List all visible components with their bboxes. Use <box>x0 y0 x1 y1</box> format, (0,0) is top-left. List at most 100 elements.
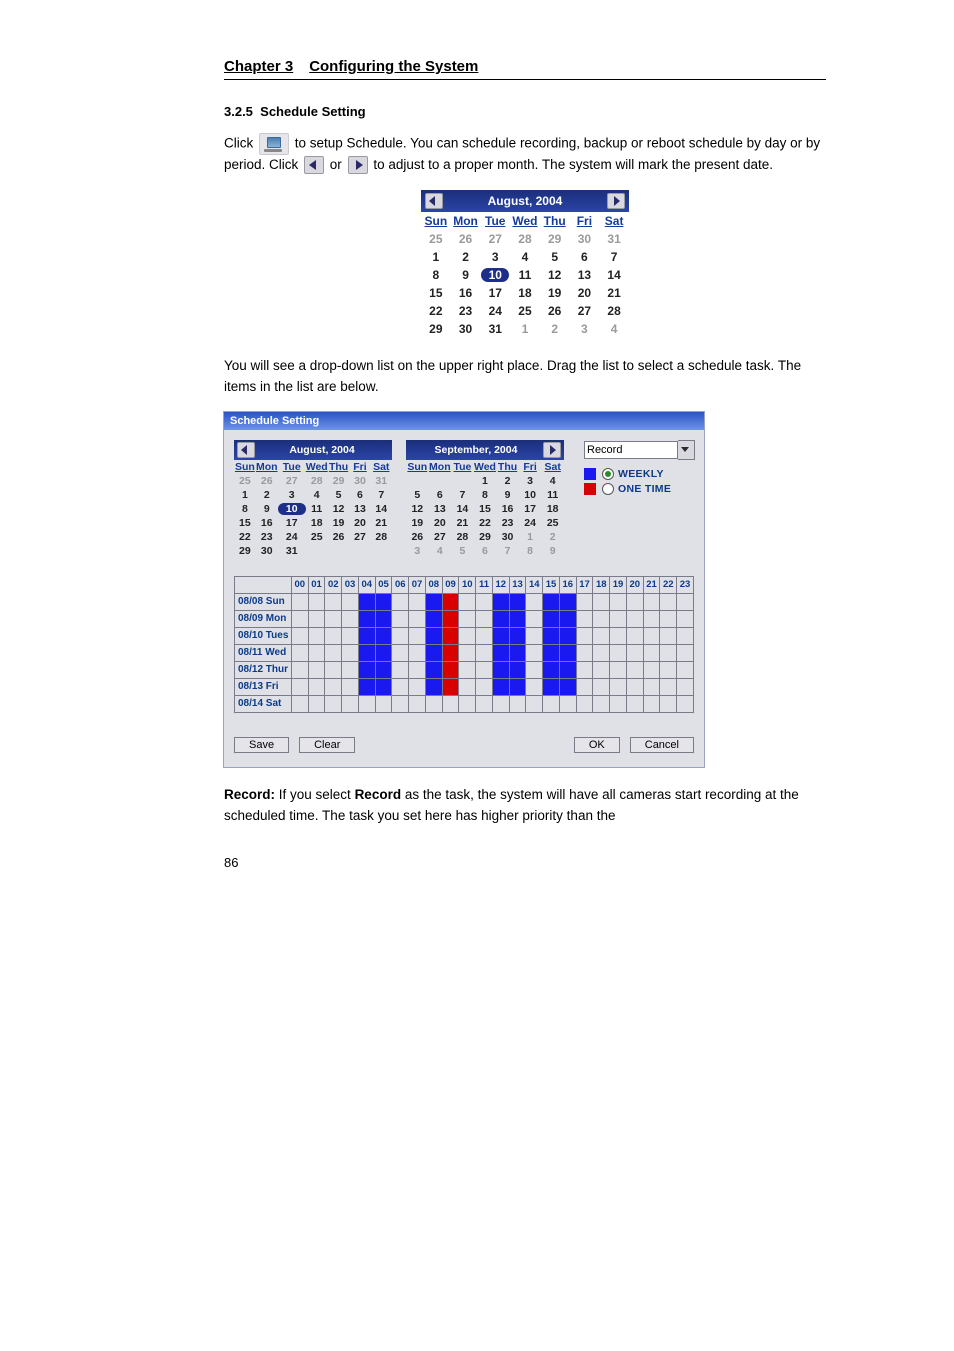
schedule-cell[interactable] <box>543 644 560 661</box>
schedule-cell[interactable] <box>291 678 308 695</box>
schedule-cell[interactable] <box>342 627 359 644</box>
schedule-cell[interactable] <box>610 627 627 644</box>
clear-button[interactable]: Clear <box>299 737 355 753</box>
schedule-cell[interactable] <box>325 661 342 678</box>
schedule-cell[interactable] <box>459 678 476 695</box>
schedule-cell[interactable] <box>425 695 442 712</box>
schedule-cell[interactable] <box>342 695 359 712</box>
schedule-cell[interactable] <box>543 610 560 627</box>
schedule-cell[interactable] <box>660 644 677 661</box>
schedule-cell[interactable] <box>492 627 509 644</box>
schedule-cell[interactable] <box>492 695 509 712</box>
schedule-cell[interactable] <box>610 695 627 712</box>
schedule-cell[interactable] <box>308 627 325 644</box>
onetime-option[interactable]: ONE TIME <box>584 483 695 495</box>
schedule-cell[interactable] <box>660 593 677 610</box>
schedule-cell[interactable] <box>559 695 576 712</box>
schedule-cell[interactable] <box>677 661 694 678</box>
dialog-cal-left-prev[interactable] <box>237 442 255 458</box>
schedule-cell[interactable] <box>476 695 493 712</box>
schedule-cell[interactable] <box>476 593 493 610</box>
schedule-cell[interactable] <box>610 593 627 610</box>
schedule-cell[interactable] <box>459 695 476 712</box>
dropdown-chevron-icon[interactable] <box>678 440 695 460</box>
schedule-cell[interactable] <box>593 661 610 678</box>
schedule-cell[interactable] <box>526 695 543 712</box>
ok-button[interactable]: OK <box>574 737 620 753</box>
schedule-cell[interactable] <box>559 661 576 678</box>
schedule-cell[interactable] <box>325 610 342 627</box>
schedule-cell[interactable] <box>509 627 526 644</box>
schedule-cell[interactable] <box>643 644 660 661</box>
schedule-cell[interactable] <box>358 695 375 712</box>
schedule-cell[interactable] <box>392 644 409 661</box>
schedule-cell[interactable] <box>610 678 627 695</box>
schedule-cell[interactable] <box>442 661 459 678</box>
cal-next-button[interactable] <box>607 193 625 209</box>
schedule-cell[interactable] <box>425 644 442 661</box>
schedule-cell[interactable] <box>358 627 375 644</box>
schedule-cell[interactable] <box>660 678 677 695</box>
schedule-cell[interactable] <box>425 627 442 644</box>
schedule-cell[interactable] <box>442 627 459 644</box>
schedule-cell[interactable] <box>291 610 308 627</box>
schedule-cell[interactable] <box>342 661 359 678</box>
schedule-cell[interactable] <box>425 593 442 610</box>
schedule-cell[interactable] <box>543 695 560 712</box>
schedule-cell[interactable] <box>308 678 325 695</box>
schedule-cell[interactable] <box>325 593 342 610</box>
schedule-cell[interactable] <box>559 678 576 695</box>
schedule-cell[interactable] <box>308 695 325 712</box>
weekly-radio[interactable] <box>602 468 614 480</box>
schedule-cell[interactable] <box>509 695 526 712</box>
schedule-cell[interactable] <box>610 661 627 678</box>
schedule-cell[interactable] <box>358 661 375 678</box>
schedule-cell[interactable] <box>392 593 409 610</box>
schedule-cell[interactable] <box>409 661 426 678</box>
schedule-cell[interactable] <box>677 678 694 695</box>
schedule-cell[interactable] <box>660 627 677 644</box>
schedule-cell[interactable] <box>291 695 308 712</box>
schedule-cell[interactable] <box>342 644 359 661</box>
schedule-cell[interactable] <box>459 610 476 627</box>
schedule-cell[interactable] <box>409 644 426 661</box>
schedule-cell[interactable] <box>409 678 426 695</box>
schedule-cell[interactable] <box>643 593 660 610</box>
schedule-hour-grid[interactable]: 0001020304050607080910111213141516171819… <box>234 576 694 713</box>
schedule-cell[interactable] <box>342 678 359 695</box>
schedule-cell[interactable] <box>526 627 543 644</box>
schedule-cell[interactable] <box>626 644 643 661</box>
schedule-cell[interactable] <box>476 610 493 627</box>
schedule-cell[interactable] <box>291 661 308 678</box>
schedule-cell[interactable] <box>526 644 543 661</box>
task-dropdown-field[interactable] <box>584 441 678 459</box>
schedule-cell[interactable] <box>576 627 593 644</box>
schedule-cell[interactable] <box>425 661 442 678</box>
schedule-cell[interactable] <box>626 661 643 678</box>
schedule-cell[interactable] <box>375 627 392 644</box>
schedule-cell[interactable] <box>610 610 627 627</box>
schedule-cell[interactable] <box>392 610 409 627</box>
schedule-cell[interactable] <box>543 661 560 678</box>
schedule-cell[interactable] <box>677 627 694 644</box>
schedule-cell[interactable] <box>526 678 543 695</box>
schedule-cell[interactable] <box>358 610 375 627</box>
schedule-cell[interactable] <box>308 661 325 678</box>
schedule-cell[interactable] <box>442 644 459 661</box>
schedule-cell[interactable] <box>291 593 308 610</box>
schedule-cell[interactable] <box>559 627 576 644</box>
schedule-cell[interactable] <box>559 644 576 661</box>
schedule-cell[interactable] <box>593 627 610 644</box>
schedule-cell[interactable] <box>593 644 610 661</box>
schedule-cell[interactable] <box>375 610 392 627</box>
schedule-cell[interactable] <box>459 593 476 610</box>
schedule-cell[interactable] <box>492 593 509 610</box>
calendar-grid[interactable]: SunMonTueWedThuFriSat2526272829303112345… <box>421 212 629 338</box>
schedule-cell[interactable] <box>442 610 459 627</box>
cal-prev-button[interactable] <box>425 193 443 209</box>
schedule-cell[interactable] <box>425 678 442 695</box>
schedule-cell[interactable] <box>308 593 325 610</box>
schedule-cell[interactable] <box>626 695 643 712</box>
schedule-cell[interactable] <box>375 678 392 695</box>
schedule-cell[interactable] <box>543 593 560 610</box>
